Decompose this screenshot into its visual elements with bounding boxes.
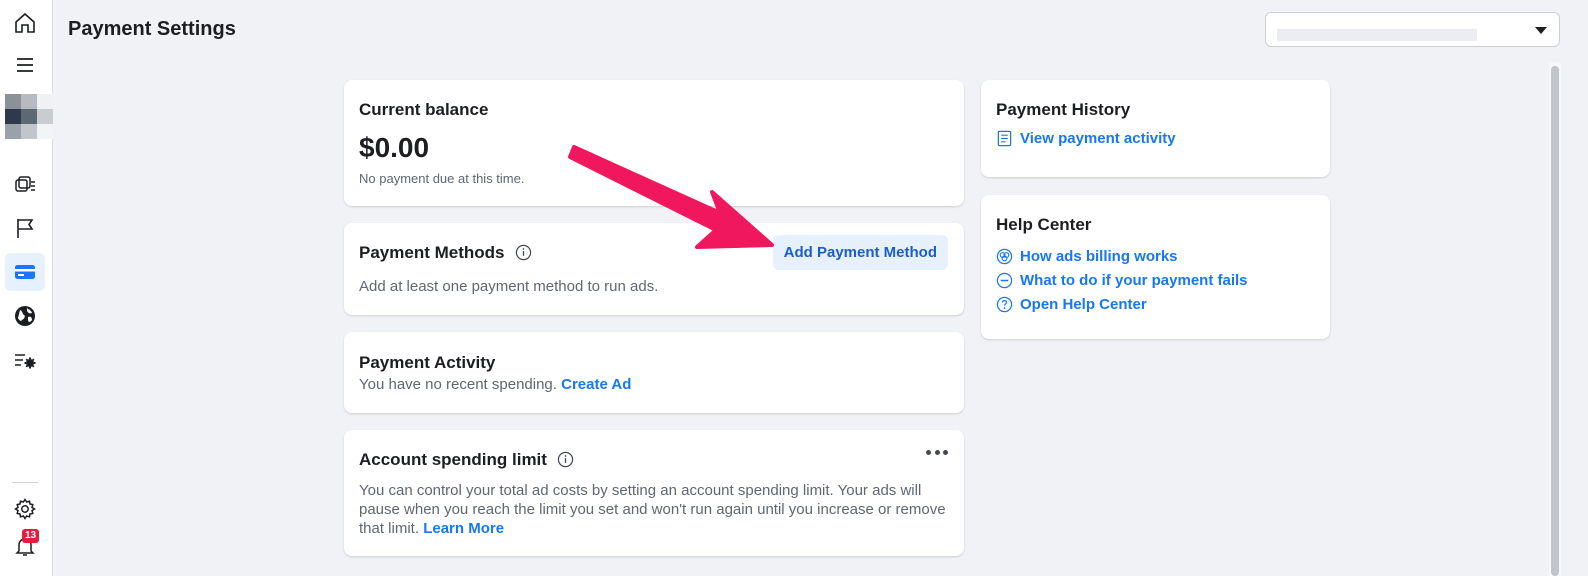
sidebar-divider [12, 482, 38, 483]
add-payment-method-button[interactable]: Add Payment Method [772, 235, 948, 270]
flag-icon[interactable] [5, 209, 45, 247]
balance-note: No payment due at this time. [359, 171, 525, 186]
annotation-arrow [568, 145, 774, 249]
account-name-placeholder [1277, 29, 1477, 41]
help-link-billing-works[interactable]: How ads billing works [1020, 248, 1178, 265]
billing-card-icon[interactable] [5, 253, 45, 291]
page-scrollbar[interactable] [1549, 62, 1561, 576]
payment-methods-note: Add at least one payment method to run a… [359, 278, 659, 295]
receipt-icon [997, 130, 1012, 147]
minus-circle-icon [996, 272, 1013, 289]
payment-activity-card: Payment Activity You have no recent spen… [344, 332, 964, 413]
help-link-payment-fails[interactable]: What to do if your payment fails [1020, 272, 1248, 289]
balance-title: Current balance [359, 100, 489, 119]
help-link-open-help-center[interactable]: Open Help Center [1020, 296, 1147, 313]
notification-badge: 13 [22, 529, 40, 543]
view-payment-activity-link[interactable]: View payment activity [1020, 130, 1176, 147]
account-avatar[interactable] [5, 94, 53, 140]
create-ad-link[interactable]: Create Ad [561, 376, 631, 393]
payment-activity-title: Payment Activity [359, 353, 496, 372]
payment-history-card: Payment History View payment activity [981, 80, 1330, 177]
info-icon[interactable] [557, 451, 574, 468]
menu-icon[interactable] [5, 46, 45, 84]
balance-amount: $0.00 [359, 132, 430, 163]
gear-icon[interactable] [5, 490, 45, 528]
spending-limit-title: Account spending limit [359, 450, 547, 469]
page-title: Payment Settings [68, 18, 236, 40]
billing-help-icon [996, 248, 1013, 265]
home-icon[interactable] [5, 4, 45, 42]
help-center-title: Help Center [996, 215, 1092, 234]
question-circle-icon [996, 296, 1013, 313]
settings-list-icon[interactable] [5, 342, 45, 380]
info-icon[interactable] [515, 244, 532, 261]
help-center-card: Help Center How ads billing works What t… [981, 195, 1330, 339]
account-selector[interactable] [1265, 12, 1560, 47]
caret-down-icon [1535, 27, 1547, 34]
more-options-icon[interactable] [926, 448, 948, 456]
spending-limit-card: Account spending limit You can control y… [344, 430, 964, 556]
scrollbar-thumb[interactable] [1551, 66, 1559, 576]
campaigns-icon[interactable] [5, 166, 45, 204]
payment-methods-title: Payment Methods [359, 243, 505, 262]
payment-history-title: Payment History [996, 100, 1131, 119]
learn-more-link[interactable]: Learn More [423, 520, 504, 537]
globe-icon[interactable] [5, 297, 45, 335]
payment-activity-text: You have no recent spending. [359, 376, 557, 393]
left-sidebar: 13 [0, 0, 53, 576]
